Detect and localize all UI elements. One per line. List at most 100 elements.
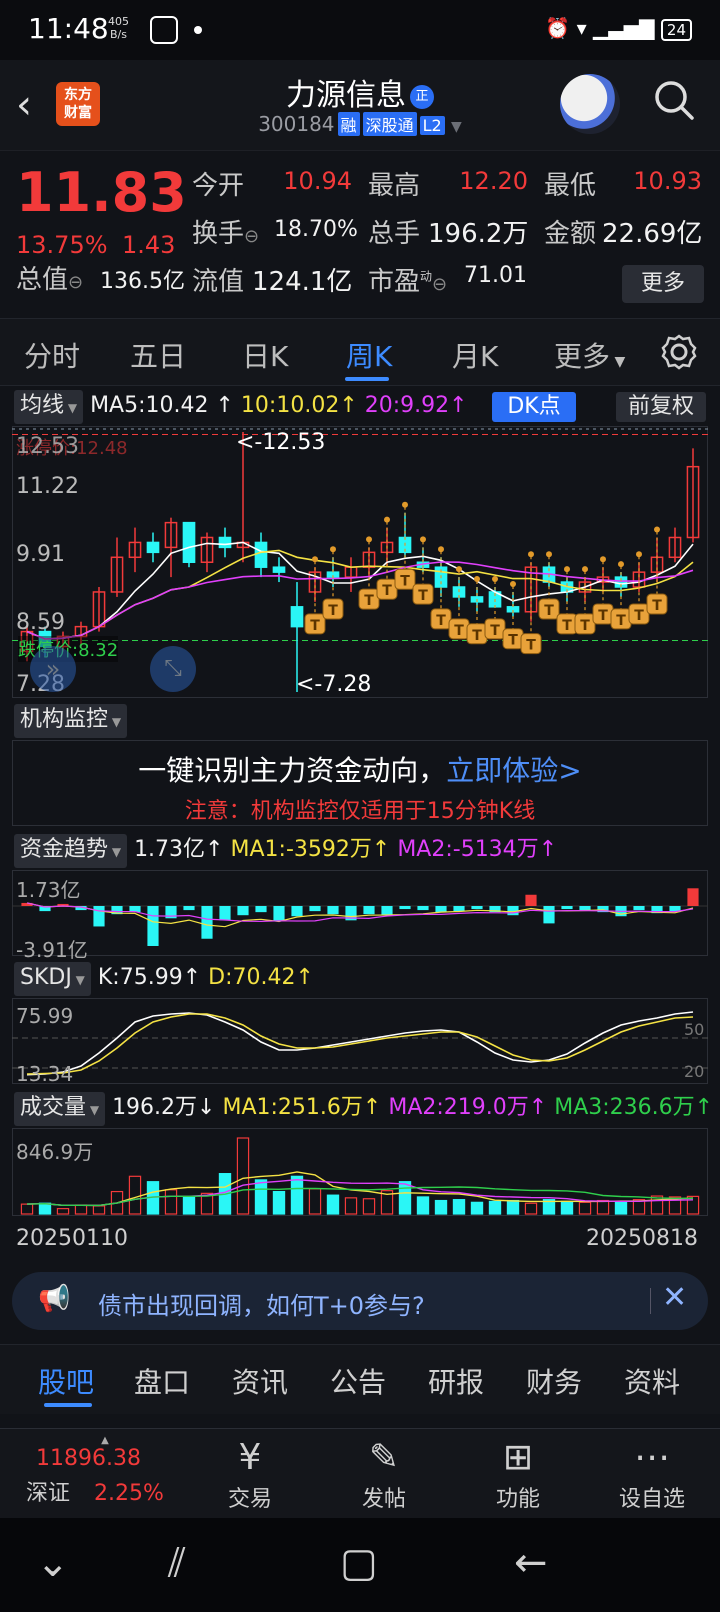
expand-left-icon[interactable]: » bbox=[30, 646, 76, 692]
fund-trend-chart[interactable] bbox=[12, 870, 708, 956]
more-dots-icon: ⋯ bbox=[634, 1437, 670, 1478]
tab-news[interactable]: 资讯 bbox=[232, 1361, 288, 1401]
tab-five-day[interactable]: 五日 bbox=[130, 335, 186, 375]
margin-tag: 融 bbox=[337, 112, 360, 136]
volume-bar bbox=[524, 1202, 538, 1215]
t-signal-dot bbox=[618, 561, 624, 568]
tab-more[interactable]: 更多 ▼ bbox=[554, 335, 625, 375]
t-signal-text: T bbox=[490, 623, 500, 639]
battery-icon: 24 bbox=[660, 19, 692, 41]
banner-text[interactable]: 债市出现回调，如何T+0参与? bbox=[98, 1286, 425, 1321]
yen-icon: ¥ bbox=[238, 1437, 262, 1478]
t-signal-text: T bbox=[328, 603, 338, 619]
assistant-robot-icon[interactable] bbox=[560, 74, 620, 134]
candle-body bbox=[218, 536, 232, 549]
fund-bar bbox=[327, 906, 339, 915]
post-button[interactable]: ✎ 发帖 bbox=[324, 1437, 444, 1513]
quote-panel: 11.83 13.75% 1.43 总值⊖ 136.5亿 今开 10.94 最高… bbox=[0, 150, 720, 315]
close-icon[interactable]: ✕ bbox=[662, 1280, 687, 1315]
bottom-toolbar: ▲ 11896.38 深证 2.25% ¥ 交易 ✎ 发帖 ⊞ 功能 ⋯ 设自选 bbox=[0, 1428, 720, 1518]
banner-divider bbox=[650, 1288, 651, 1314]
tab-daily-k[interactable]: 日K bbox=[242, 335, 288, 375]
t-signal-dot bbox=[438, 546, 444, 553]
tab-profile[interactable]: 资料 bbox=[624, 1361, 680, 1401]
skdj-d: D:70.42 bbox=[208, 965, 296, 990]
l2-tag: L2 bbox=[419, 116, 445, 135]
nav-recent-icon[interactable]: ⫽ bbox=[168, 1540, 186, 1586]
institution-promo[interactable]: 一键识别主力资金动向，立即体验> 注意：机构监控仅适用于15分钟K线 bbox=[12, 740, 708, 826]
high-value: 12.20 bbox=[459, 167, 528, 195]
news-banner[interactable]: 📢 债市出现回调，如何T+0参与? ✕ bbox=[12, 1272, 708, 1330]
tab-finance[interactable]: 财务 bbox=[526, 1361, 582, 1401]
nav-down-icon[interactable]: ⌄ bbox=[36, 1540, 70, 1586]
connect-tag: 深股通 bbox=[362, 112, 417, 136]
trade-button[interactable]: ¥ 交易 bbox=[190, 1437, 310, 1513]
t-signal-dot bbox=[402, 501, 408, 508]
low-value: 10.93 bbox=[633, 167, 702, 195]
t-signal-text: T bbox=[454, 623, 464, 639]
t-signal-text: T bbox=[544, 603, 554, 619]
signal-icon: ▁▃▅▇ bbox=[593, 16, 655, 40]
edit-icon: ✎ bbox=[368, 1437, 400, 1478]
index-widget[interactable]: ▲ 11896.38 深证 2.25% bbox=[20, 1435, 190, 1507]
fullscreen-icon[interactable]: ⤡ bbox=[150, 646, 196, 692]
t-signal-dot bbox=[654, 526, 660, 533]
skdj-selector[interactable]: SKDJ ▼ bbox=[14, 962, 91, 996]
t-signal-dot bbox=[636, 551, 642, 558]
volume-chart[interactable] bbox=[12, 1128, 708, 1216]
t-signal-text: T bbox=[580, 618, 590, 634]
settings-gear-icon[interactable] bbox=[660, 333, 698, 371]
tab-weekly-k[interactable]: 周K bbox=[346, 335, 392, 375]
skdj-chart[interactable] bbox=[12, 998, 708, 1084]
tab-intraday[interactable]: 分时 bbox=[24, 335, 80, 375]
speed-value: 405 bbox=[108, 15, 129, 28]
more-button[interactable]: 更多 bbox=[622, 265, 704, 303]
try-now-link[interactable]: 立即体验> bbox=[446, 754, 581, 787]
institution-selector[interactable]: 机构监控 ▼ bbox=[14, 704, 128, 738]
wifi-icon: ▾ bbox=[576, 16, 587, 40]
adjust-button[interactable]: 前复权 bbox=[616, 392, 706, 422]
tab-monthly-k[interactable]: 月K bbox=[452, 335, 498, 375]
app-notification-icon bbox=[150, 16, 178, 44]
tab-pankou[interactable]: 盘口 bbox=[134, 1361, 190, 1401]
network-speed: 405 B/s bbox=[108, 15, 129, 41]
volume-bar bbox=[614, 1200, 628, 1215]
float-value: 124.1亿 bbox=[252, 267, 353, 297]
y-label-3: 9.91 bbox=[16, 542, 65, 567]
search-icon[interactable] bbox=[652, 78, 696, 122]
fund-bar bbox=[255, 906, 267, 913]
status-bar: 11:48 405 B/s ⏰ ▾ ▁▃▅▇ 24 bbox=[0, 0, 720, 60]
add-watchlist-button[interactable]: ⋯ 设自选 bbox=[592, 1437, 712, 1513]
t-signal-dot bbox=[600, 556, 606, 563]
low-label: 最低 bbox=[544, 171, 597, 201]
t-signal-dot bbox=[366, 536, 372, 543]
skdj-k-line bbox=[26, 1011, 694, 1076]
index-value: 11896.38 bbox=[36, 1446, 141, 1471]
ma-selector[interactable]: 均线 ▼ bbox=[14, 390, 84, 424]
volume-selector[interactable]: 成交量 ▼ bbox=[14, 1092, 106, 1126]
tab-guba[interactable]: 股吧 bbox=[38, 1361, 94, 1401]
tab-announcement[interactable]: 公告 bbox=[330, 1361, 386, 1401]
features-button[interactable]: ⊞ 功能 bbox=[458, 1437, 578, 1513]
vol-top-label: 846.9万 bbox=[16, 1140, 94, 1164]
fund-selector[interactable]: 资金趋势 ▼ bbox=[14, 834, 128, 868]
candle-body bbox=[290, 606, 304, 628]
fund-value: 1.73亿 bbox=[134, 837, 206, 862]
t-signal-dot bbox=[528, 551, 534, 558]
max-price-marker: <-12.53 bbox=[236, 430, 326, 455]
fund-bar bbox=[291, 906, 303, 917]
dk-button[interactable]: DK点 bbox=[492, 392, 576, 422]
nav-home-icon[interactable]: ▢ bbox=[340, 1540, 378, 1586]
volume-bar bbox=[452, 1199, 466, 1215]
volume-bar bbox=[362, 1198, 376, 1215]
t-signal-text: T bbox=[652, 598, 662, 614]
tab-research[interactable]: 研报 bbox=[428, 1361, 484, 1401]
t-signal-dot bbox=[492, 576, 498, 583]
nav-back-icon[interactable]: ← bbox=[514, 1540, 548, 1586]
fund-bar bbox=[381, 906, 393, 916]
stock-name: 力源信息 bbox=[286, 78, 406, 113]
candle-body bbox=[272, 566, 286, 573]
change-pct: 13.75% bbox=[16, 231, 108, 259]
fund-bar bbox=[471, 906, 483, 910]
skdj-50-label: 50 bbox=[684, 1020, 705, 1039]
